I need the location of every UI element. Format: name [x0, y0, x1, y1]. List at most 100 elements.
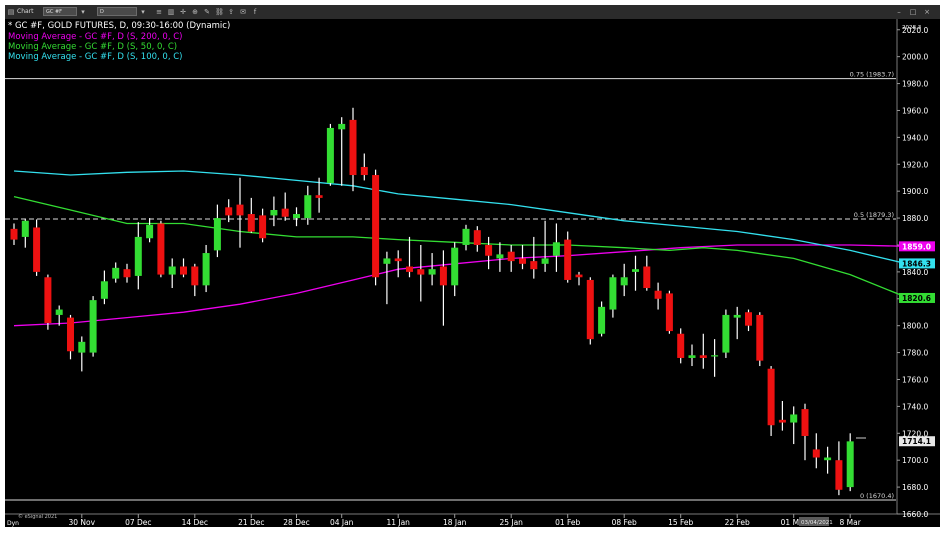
- candle-up: [824, 457, 832, 461]
- candle-up: [620, 277, 628, 286]
- x-tick-label: 21 Dec: [238, 518, 264, 527]
- x-tick-label: 07 Dec: [125, 518, 151, 527]
- candle-down: [315, 195, 323, 198]
- candle-down: [767, 368, 775, 426]
- candle-down: [349, 119, 357, 176]
- x-tick-label: 28 Dec: [283, 518, 309, 527]
- y-tick-label: 1700.0: [902, 456, 928, 465]
- y-top-label: 2028.3: [902, 25, 922, 31]
- candle-up: [168, 266, 176, 275]
- candle-up: [112, 267, 120, 279]
- price-tag-ma200-text: 1859.0: [902, 242, 931, 251]
- candle-down: [665, 293, 673, 332]
- candle-down: [439, 266, 447, 286]
- y-tick-label: 1680.0: [902, 483, 928, 492]
- candle-down: [33, 227, 41, 272]
- candle-up: [100, 281, 108, 299]
- candle-down: [654, 290, 662, 299]
- candle-down: [643, 266, 651, 289]
- price-tag-last-text: 1714.1: [902, 437, 931, 446]
- candle-down: [677, 333, 685, 358]
- candle-down: [225, 207, 233, 216]
- candle-down: [67, 317, 74, 352]
- x-tick-label: 25 Jan: [499, 518, 523, 527]
- x-tick-label: 30 Nov: [69, 518, 96, 527]
- candle-up: [496, 254, 504, 259]
- price-tag-ma50-text: 1820.6: [902, 294, 931, 303]
- candle-up: [326, 127, 334, 184]
- candle-down: [801, 409, 809, 436]
- candle-down: [394, 258, 402, 262]
- y-tick-label: 1740.0: [902, 402, 928, 411]
- candle-up: [383, 258, 391, 264]
- candle-up: [632, 269, 639, 272]
- candle-up: [21, 220, 29, 237]
- candle-down: [812, 449, 820, 458]
- candle-down: [360, 166, 368, 176]
- fib-label-bottom: 0 (1670.4): [860, 492, 894, 500]
- candle-up: [462, 228, 470, 245]
- candle-up: [722, 314, 730, 353]
- candle-up: [55, 309, 63, 315]
- x-tick-label: 04 Jan: [330, 518, 354, 527]
- y-tick-label: 2000.0: [902, 53, 928, 62]
- candle-down: [575, 274, 583, 278]
- candle-down: [44, 277, 52, 323]
- x-tick-label: 08 Feb: [612, 518, 637, 527]
- y-tick-label: 1980.0: [902, 80, 928, 89]
- candle-up: [134, 236, 142, 276]
- y-tick-label: 1880.0: [902, 214, 928, 223]
- candle-down: [417, 269, 425, 275]
- x-tick-label: 22 Feb: [725, 518, 750, 527]
- candle-up: [202, 253, 210, 286]
- candle-up: [451, 247, 459, 286]
- legend-ma50: Moving Average - GC #F, D (S, 50, 0, C): [8, 42, 177, 52]
- candle-down: [519, 258, 526, 264]
- copyright-label: © eSignal 2021: [18, 513, 57, 520]
- candle-up: [213, 218, 221, 251]
- candle-up: [711, 355, 719, 357]
- price-chart[interactable]: 0.75 (1983.7)0.5 (1879.3)0 (1670.4) 2020…: [0, 0, 948, 533]
- candle-down: [473, 230, 481, 245]
- candle-down: [10, 228, 18, 240]
- candle-down: [507, 251, 515, 262]
- cursor-date-label: 03/04/2021: [801, 520, 833, 526]
- candle-up: [428, 269, 436, 275]
- y-tick-label: 1960.0: [902, 106, 928, 115]
- candle-down: [180, 266, 187, 275]
- candle-down: [586, 279, 594, 340]
- candle-down: [530, 261, 538, 270]
- candle-down: [835, 460, 843, 490]
- dyn-label[interactable]: Dyn: [7, 520, 19, 527]
- candle-down: [778, 419, 786, 423]
- candle-down: [281, 208, 289, 217]
- candle-down: [123, 269, 131, 278]
- y-tick-label: 1920.0: [902, 160, 928, 169]
- candle-up: [304, 195, 312, 219]
- x-tick-label: 8 Mar: [840, 518, 862, 527]
- x-tick-label: 11 Jan: [386, 518, 410, 527]
- candle-up: [541, 258, 549, 264]
- y-tick-label: 1660.0: [902, 510, 928, 519]
- x-tick-label: 18 Jan: [443, 518, 467, 527]
- candle-down: [756, 314, 764, 361]
- x-tick-label: 01 Feb: [555, 518, 580, 527]
- candle-up: [146, 224, 154, 239]
- candle-up: [846, 441, 854, 488]
- candle-up: [270, 210, 278, 216]
- candle-down: [157, 223, 165, 275]
- candle-up: [609, 277, 617, 310]
- candle-up: [790, 414, 798, 423]
- legend-main: * GC #F, GOLD FUTURES, D, 09:30-16:00 (D…: [8, 21, 230, 31]
- y-tick-label: 1840.0: [902, 268, 928, 277]
- candle-up: [89, 300, 97, 353]
- candle-down: [372, 175, 380, 278]
- legend-ma100: Moving Average - GC #F, D (S, 100, 0, C): [8, 52, 182, 62]
- y-tick-label: 1780.0: [902, 349, 928, 358]
- x-tick-label: 14 Dec: [182, 518, 208, 527]
- y-tick-label: 1760.0: [902, 375, 928, 384]
- candle-down: [236, 204, 244, 216]
- candle-down: [699, 355, 707, 358]
- candle-down: [745, 312, 752, 326]
- candle-up: [598, 306, 606, 334]
